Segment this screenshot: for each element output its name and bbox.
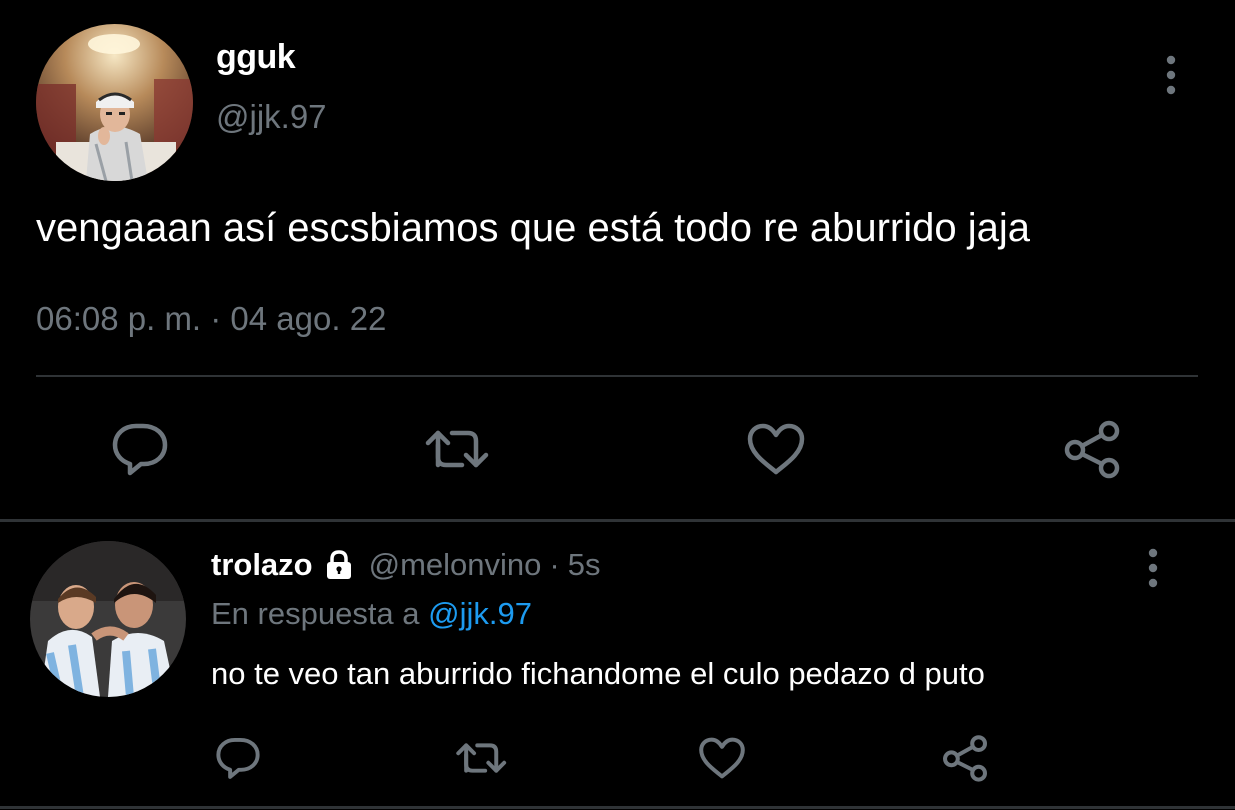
divider: [36, 375, 1198, 377]
user-handle[interactable]: @melonvino: [369, 547, 542, 583]
avatar[interactable]: [30, 541, 186, 697]
relative-timestamp[interactable]: 5s: [568, 547, 601, 583]
retweet-icon: [425, 430, 489, 468]
more-vertical-icon: [1166, 55, 1176, 95]
reply-button[interactable]: [210, 730, 266, 786]
retweet-button[interactable]: [422, 416, 494, 482]
heart-icon: [699, 737, 745, 779]
reply-button[interactable]: [104, 416, 176, 482]
tweet-text: no te veo tan aburrido fichandome el cul…: [211, 656, 985, 691]
retweet-icon: [456, 743, 507, 773]
more-options-button[interactable]: [1151, 50, 1191, 100]
more-options-button[interactable]: [1133, 543, 1173, 593]
display-name[interactable]: trolazo: [211, 547, 313, 583]
like-button[interactable]: [740, 416, 812, 482]
tweet-detail-page: gguk @jjk.97 vengaaan así escsbiamos que…: [0, 0, 1235, 810]
reply-icon: [216, 737, 260, 779]
reply-context: En respuesta a @jjk.97: [211, 596, 532, 632]
display-name[interactable]: gguk: [216, 38, 296, 77]
share-icon: [943, 735, 987, 782]
separator-dot: ·: [549, 547, 560, 582]
avatar[interactable]: [36, 24, 193, 181]
like-button[interactable]: [694, 730, 750, 786]
share-button[interactable]: [1056, 416, 1128, 482]
reply-context-label: En respuesta a: [211, 596, 420, 631]
reply-icon: [112, 423, 168, 476]
tweet-timestamp: 06:08 p. m. · 04 ago. 22: [36, 300, 387, 337]
heart-icon: [747, 423, 805, 475]
retweet-button[interactable]: [454, 730, 510, 786]
tweet-text: vengaaan así escsbiamos que está todo re…: [36, 206, 1030, 250]
lock-icon: [323, 549, 355, 581]
divider: [0, 519, 1235, 522]
user-handle[interactable]: @jjk.97: [216, 98, 327, 136]
share-button[interactable]: [937, 730, 993, 786]
reply-header: trolazo @melonvino · 5s: [211, 547, 600, 583]
divider: [0, 806, 1235, 809]
more-vertical-icon: [1148, 548, 1158, 588]
reply-to-handle-link[interactable]: @jjk.97: [428, 596, 532, 631]
main-tweet: gguk @jjk.97 vengaaan así escsbiamos que…: [0, 0, 1235, 520]
share-icon: [1064, 420, 1120, 479]
